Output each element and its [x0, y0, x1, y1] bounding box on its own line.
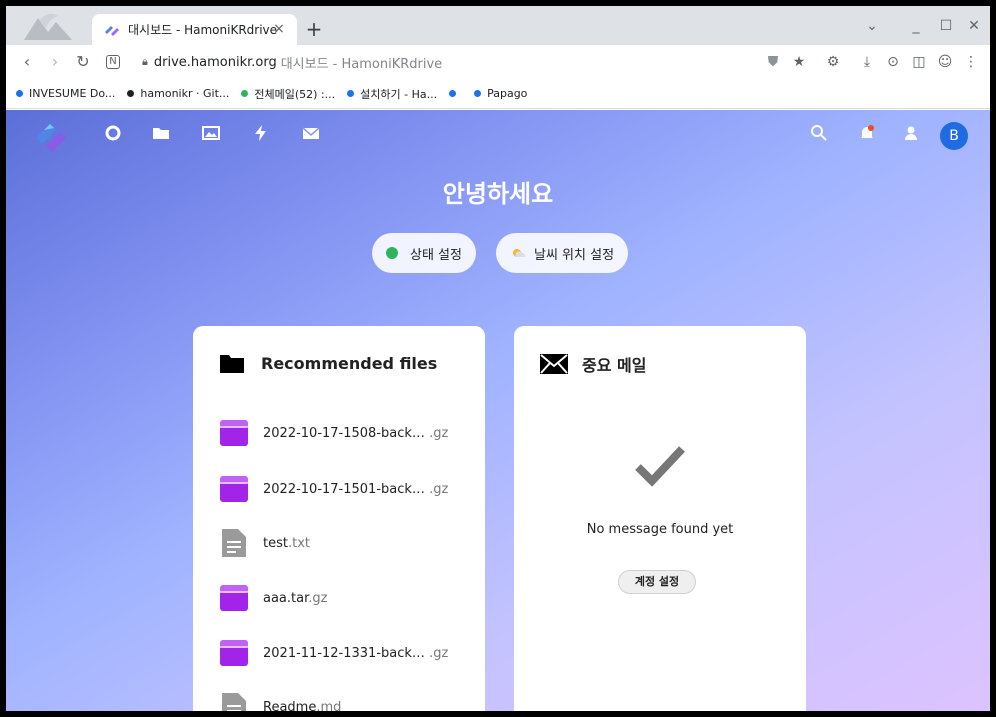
tab-title: 대시보드 - HamoniKRdrive	[128, 23, 278, 37]
file-name: Readme.md	[263, 699, 342, 712]
file-row[interactable]: Readme.md	[219, 692, 341, 711]
activity-lightning-icon[interactable]	[252, 124, 270, 142]
user-avatar[interactable]: B	[940, 122, 968, 150]
new-tab-button[interactable]: +	[302, 18, 326, 42]
app-header: B	[6, 110, 990, 156]
bookmark-mail[interactable]: 전체메일(52) :...	[241, 86, 335, 102]
mail-favicon-icon	[241, 90, 249, 97]
hamonikr-logo-icon[interactable]	[32, 116, 70, 154]
bookmark-install[interactable]: 설치하기 - Ha...	[347, 86, 437, 102]
file-name: 2022-10-17-1501-back… .gz	[263, 481, 449, 497]
file-name: aaa.tar.gz	[263, 590, 328, 606]
papago-icon	[474, 90, 482, 97]
side-panel-icon[interactable]: ◫	[910, 53, 928, 71]
file-row[interactable]: 2022-10-17-1501-back… .gz	[219, 474, 448, 504]
text-file-icon	[222, 693, 246, 711]
shield-extension-icon[interactable]: ⛊	[764, 53, 782, 71]
greeting-title: 안녕하세요	[442, 180, 554, 208]
bookmark-favicon-icon	[449, 90, 457, 97]
close-window-icon[interactable]: ✕	[964, 16, 984, 36]
download-icon[interactable]: ⤓	[858, 53, 876, 71]
url-domain: drive.hamonikr.org	[153, 54, 277, 70]
bookmark-unnamed[interactable]	[449, 90, 462, 97]
important-mail-card: 중요 메일 No message found yet 계정 설정	[514, 326, 806, 711]
file-row[interactable]: aaa.tar.gz	[219, 583, 327, 613]
contacts-icon[interactable]	[902, 124, 920, 142]
status-button-label: 상태 설정	[410, 247, 462, 263]
dashboard-page: B 안녕하세요 상태 설정 날씨 위치 설정 Recommended files…	[6, 110, 990, 711]
browser-theme-decoration	[24, 13, 72, 40]
files-folder-icon[interactable]	[152, 124, 170, 142]
notifications-bell-icon[interactable]	[858, 124, 876, 142]
maximize-icon[interactable]: ☐	[936, 16, 956, 36]
file-row[interactable]: 2021-11-12-1331-back… .gz	[219, 638, 448, 668]
checkmark-icon	[635, 446, 685, 487]
url-page-title: 대시보드 - HamoniKRdrive	[280, 56, 443, 72]
mail-envelope-icon	[540, 354, 568, 374]
file-name: test.txt	[263, 535, 310, 551]
bookmark-invesume[interactable]: INVESUME Do...	[16, 87, 115, 100]
reload-icon[interactable]: ↻	[72, 51, 94, 73]
archive-file-icon	[220, 585, 248, 611]
github-icon	[127, 90, 135, 97]
hamonikr-favicon-icon	[105, 25, 119, 36]
search-icon[interactable]	[810, 124, 828, 142]
bookmark-papago[interactable]: Papago	[474, 87, 527, 100]
file-name: 2021-11-12-1331-back… .gz	[263, 645, 449, 661]
browser-window: 대시보드 - HamoniKRdrive × + ⌄ _ ☐ ✕ ‹ › ↻ N…	[6, 6, 990, 711]
address-bar[interactable]: 🔒︎ drive.hamonikr.org 대시보드 - HamoniKRdri…	[134, 49, 826, 75]
bookmark-favicon-icon	[347, 90, 355, 97]
weather-location-button[interactable]: 날씨 위치 설정	[496, 233, 629, 273]
weather-sun-icon	[513, 249, 526, 257]
bookmarks-bar: INVESUME Do... hamonikr · Git... 전체메일(52…	[6, 79, 990, 109]
extensions-icon[interactable]: ⚙︎	[824, 53, 842, 71]
bookmark-github[interactable]: hamonikr · Git...	[127, 87, 229, 100]
status-button[interactable]: 상태 설정	[372, 233, 476, 273]
tab-dashboard[interactable]: 대시보드 - HamoniKRdrive ×	[92, 14, 297, 45]
archive-file-icon	[220, 640, 248, 666]
lock-icon[interactable]: 🔒︎	[142, 55, 148, 69]
tab-strip: 대시보드 - HamoniKRdrive × + ⌄ _ ☐ ✕	[6, 6, 990, 45]
mail-envelope-icon[interactable]	[302, 124, 320, 142]
minimize-icon[interactable]: _	[906, 16, 926, 36]
forward-icon[interactable]: ›	[44, 51, 66, 73]
photos-image-icon[interactable]	[202, 124, 220, 142]
recommended-files-title: Recommended files	[219, 352, 437, 374]
important-mail-title: 중요 메일	[540, 352, 646, 376]
browser-toolbar: ‹ › ↻ N 🔒︎ drive.hamonikr.org 대시보드 - Ham…	[6, 45, 990, 79]
tab-search-icon[interactable]: ⌄	[862, 16, 882, 36]
text-file-icon	[222, 529, 246, 557]
archive-file-icon	[220, 476, 248, 502]
file-row[interactable]: test.txt	[219, 528, 310, 558]
status-online-icon	[386, 247, 398, 259]
file-row[interactable]: 2022-10-17-1508-back… .gz	[219, 418, 448, 448]
tab-close-icon[interactable]: ×	[271, 21, 287, 37]
recommended-files-card: Recommended files 2022-10-17-1508-back… …	[193, 326, 485, 711]
folder-icon	[220, 355, 244, 373]
empty-mail-message: No message found yet	[586, 522, 734, 537]
weather-button-label: 날씨 위치 설정	[534, 247, 615, 263]
page-scrollbar[interactable]	[988, 110, 990, 530]
profile-icon[interactable]: ☺	[936, 53, 954, 71]
bookmark-star-icon[interactable]: ★	[790, 53, 808, 71]
naver-extension-icon[interactable]: N	[102, 51, 124, 73]
screenshot-icon[interactable]: ⊙	[884, 53, 902, 71]
account-settings-button[interactable]: 계정 설정	[618, 570, 696, 594]
back-icon[interactable]: ‹	[16, 51, 38, 73]
archive-file-icon	[220, 420, 248, 446]
menu-icon[interactable]: ⋮	[962, 53, 980, 71]
dashboard-circle-icon[interactable]	[104, 124, 122, 142]
file-name: 2022-10-17-1508-back… .gz	[263, 425, 449, 441]
bookmark-favicon-icon	[16, 90, 23, 97]
